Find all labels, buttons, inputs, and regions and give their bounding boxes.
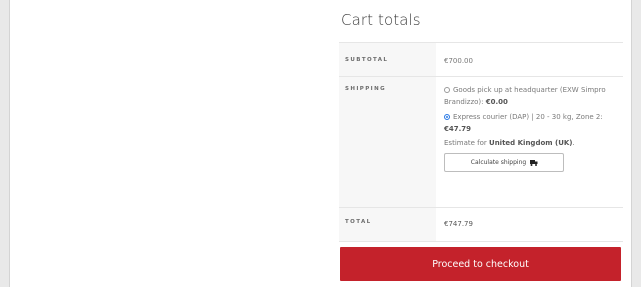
total-row: TOTAL €747.79 bbox=[339, 208, 623, 242]
subtotal-value: €700.00 bbox=[444, 57, 473, 65]
cart-totals-title: Cart totals bbox=[341, 11, 421, 29]
shipping-option-express-price: €47.79 bbox=[444, 125, 472, 133]
truck-icon bbox=[530, 160, 538, 166]
total-label: TOTAL bbox=[339, 208, 436, 241]
shipping-option-pickup-text: Goods pick up at headquarter (EXW Simpro… bbox=[444, 86, 606, 106]
shipping-options: Goods pick up at headquarter (EXW Simpro… bbox=[436, 77, 623, 207]
subtotal-label: SUBTOTAL bbox=[339, 43, 436, 76]
proceed-to-checkout-button[interactable]: Proceed to checkout bbox=[340, 247, 621, 281]
cart-totals-table: SUBTOTAL €700.00 SHIPPING Goods pick up … bbox=[339, 42, 623, 242]
shipping-option-pickup[interactable]: Goods pick up at headquarter (EXW Simpro… bbox=[444, 84, 623, 108]
shipping-estimate: Estimate for United Kingdom (UK). bbox=[444, 139, 623, 147]
calculate-shipping-label: Calculate shipping bbox=[470, 159, 527, 166]
total-value: €747.79 bbox=[444, 220, 473, 228]
shipping-option-express-text: Express courier (DAP) | 20 - 30 kg, Zone… bbox=[453, 113, 603, 121]
radio-pickup[interactable] bbox=[444, 87, 450, 93]
radio-express[interactable] bbox=[444, 114, 450, 120]
shipping-option-express[interactable]: Express courier (DAP) | 20 - 30 kg, Zone… bbox=[444, 111, 623, 135]
calculate-shipping-button[interactable]: Calculate shipping bbox=[444, 153, 564, 172]
estimate-country: United Kingdom (UK) bbox=[489, 139, 573, 147]
shipping-option-pickup-price: €0.00 bbox=[485, 98, 508, 106]
shipping-row: SHIPPING Goods pick up at headquarter (E… bbox=[339, 77, 623, 208]
estimate-prefix: Estimate for bbox=[444, 139, 487, 147]
shipping-label: SHIPPING bbox=[339, 77, 436, 207]
estimate-suffix: . bbox=[572, 139, 575, 147]
subtotal-row: SUBTOTAL €700.00 bbox=[339, 43, 623, 77]
